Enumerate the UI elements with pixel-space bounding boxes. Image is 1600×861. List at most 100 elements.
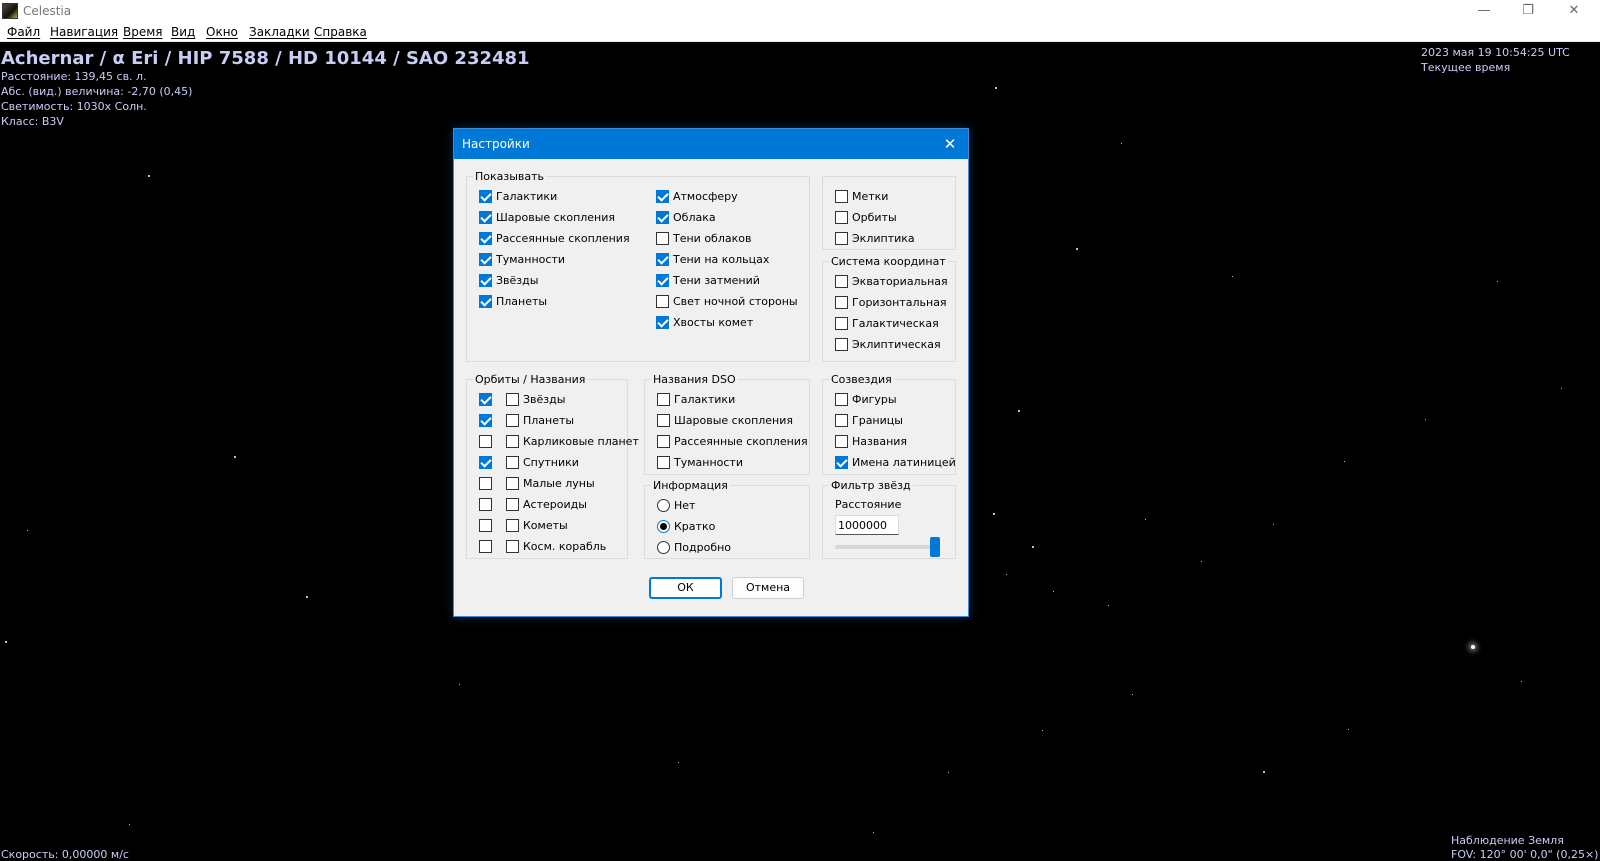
checkbox-unchecked[interactable] — [835, 414, 848, 427]
star — [1108, 605, 1109, 606]
checkbox-unchecked[interactable] — [657, 456, 670, 469]
checkbox-checked[interactable] — [656, 316, 669, 329]
checkbox-checked[interactable] — [479, 456, 492, 469]
radio-unselected[interactable] — [657, 499, 670, 512]
star — [1145, 519, 1146, 520]
checkbox-unchecked[interactable] — [835, 190, 848, 203]
checkbox-checked[interactable] — [479, 393, 492, 406]
checkbox-label: Астероиды — [523, 498, 587, 511]
menu-bar: Файл Навигация Время Вид Окно Закладки С… — [0, 22, 1600, 42]
luminosity-info: Светимость: 1030x Солн. — [1, 100, 147, 113]
coords-group: Система координат Экваториальная Горизонт… — [822, 255, 956, 362]
close-window-button[interactable]: ✕ — [1552, 0, 1596, 22]
checkbox-unchecked[interactable] — [835, 232, 848, 245]
checkbox-unchecked[interactable] — [506, 456, 519, 469]
checkbox-unchecked[interactable] — [506, 498, 519, 511]
checkbox-unchecked[interactable] — [835, 435, 848, 448]
checkbox-unchecked[interactable] — [506, 519, 519, 532]
menu-time[interactable]: Время — [123, 25, 163, 39]
checkbox-unchecked[interactable] — [506, 414, 519, 427]
menu-view[interactable]: Вид — [171, 25, 195, 39]
minimize-button[interactable]: — — [1462, 0, 1506, 22]
checkbox-unchecked[interactable] — [656, 232, 669, 245]
checkbox-checked[interactable] — [835, 456, 848, 469]
checkbox-checked[interactable] — [656, 253, 669, 266]
star — [995, 87, 997, 89]
checkbox-checked[interactable] — [479, 253, 492, 266]
restore-button[interactable]: ❐ — [1506, 0, 1550, 22]
distance-slider-track[interactable] — [835, 545, 935, 549]
star — [1521, 681, 1522, 682]
star — [5, 641, 7, 643]
checkbox-unchecked[interactable] — [835, 211, 848, 224]
star-filter-group: Фильтр звёзд Расстояние — [822, 479, 956, 559]
menu-window[interactable]: Окно — [206, 25, 238, 39]
checkbox-unchecked[interactable] — [835, 296, 848, 309]
checkbox-unchecked[interactable] — [835, 393, 848, 406]
distance-slider-thumb[interactable] — [930, 537, 940, 557]
checkbox-unchecked[interactable] — [479, 498, 492, 511]
class-info: Класс: B3V — [1, 115, 64, 128]
star — [148, 175, 150, 177]
checkbox-unchecked[interactable] — [657, 414, 670, 427]
observer-info: Наблюдение Земля — [1451, 834, 1564, 847]
distance-input[interactable] — [835, 515, 899, 535]
checkbox-unchecked[interactable] — [479, 540, 492, 553]
menu-help[interactable]: Справка — [314, 25, 367, 39]
checkbox-checked[interactable] — [656, 190, 669, 203]
checkbox-label: Имена латиницей — [852, 456, 956, 469]
checkbox-unchecked[interactable] — [657, 435, 670, 448]
bright-star — [1471, 645, 1475, 649]
ok-button[interactable]: ОК — [649, 577, 722, 599]
checkbox-checked[interactable] — [479, 211, 492, 224]
checkbox-checked[interactable] — [656, 274, 669, 287]
distance-info: Расстояние: 139,45 св. л. — [1, 70, 147, 83]
checkbox-checked[interactable] — [479, 295, 492, 308]
radio-unselected[interactable] — [657, 541, 670, 554]
checkbox-unchecked[interactable] — [656, 295, 669, 308]
radio-selected[interactable] — [657, 520, 670, 533]
star — [1348, 729, 1349, 730]
time-mode: Текущее время — [1421, 61, 1511, 74]
checkbox-unchecked[interactable] — [657, 393, 670, 406]
checkbox-label: Малые луны — [523, 477, 595, 490]
checkbox-unchecked[interactable] — [506, 477, 519, 490]
checkbox-unchecked[interactable] — [506, 393, 519, 406]
checkbox-checked[interactable] — [479, 274, 492, 287]
window-title: Celestia — [23, 4, 72, 18]
checkbox-label: Косм. корабль — [523, 540, 607, 553]
speed-info: Скорость: 0,00000 м/с — [1, 848, 129, 861]
checkbox-checked[interactable] — [479, 190, 492, 203]
checkbox-unchecked[interactable] — [479, 519, 492, 532]
celestia-app-icon — [2, 3, 18, 19]
checkbox-checked[interactable] — [656, 211, 669, 224]
checkbox-label: Туманности — [674, 456, 743, 469]
checkbox-label: Границы — [852, 414, 903, 427]
menu-file[interactable]: Файл — [7, 25, 40, 39]
menu-navigation[interactable]: Навигация — [50, 25, 118, 39]
checkbox-unchecked[interactable] — [835, 338, 848, 351]
checkbox-checked[interactable] — [479, 232, 492, 245]
menu-bookmarks[interactable]: Закладки — [249, 25, 310, 39]
checkbox-label: Эклиптика — [852, 232, 915, 245]
star — [1132, 694, 1133, 695]
checkbox-unchecked[interactable] — [835, 275, 848, 288]
dialog-close-icon[interactable]: ✕ — [938, 132, 962, 156]
star — [1561, 388, 1562, 389]
checkbox-unchecked[interactable] — [835, 317, 848, 330]
checkbox-unchecked[interactable] — [479, 477, 492, 490]
checkbox-unchecked[interactable] — [506, 540, 519, 553]
star — [678, 762, 679, 763]
checkbox-unchecked[interactable] — [479, 435, 492, 448]
checkbox-unchecked[interactable] — [506, 435, 519, 448]
info-group-label: Информация — [651, 479, 730, 492]
cancel-button[interactable]: Отмена — [732, 577, 804, 599]
radio-label: Нет — [674, 499, 696, 512]
dso-names-group: Названия DSO Галактики Шаровые скопления Р… — [644, 373, 810, 475]
checkbox-label: Рассеянные скопления — [674, 435, 808, 448]
window-titlebar: Celestia — ❐ ✕ — [0, 0, 1600, 22]
checkbox-checked[interactable] — [479, 414, 492, 427]
star — [1201, 561, 1202, 562]
checkbox-label: Тени затмений — [673, 274, 760, 287]
magnitude-info: Абс. (вид.) величина: -2,70 (0,45) — [1, 85, 193, 98]
